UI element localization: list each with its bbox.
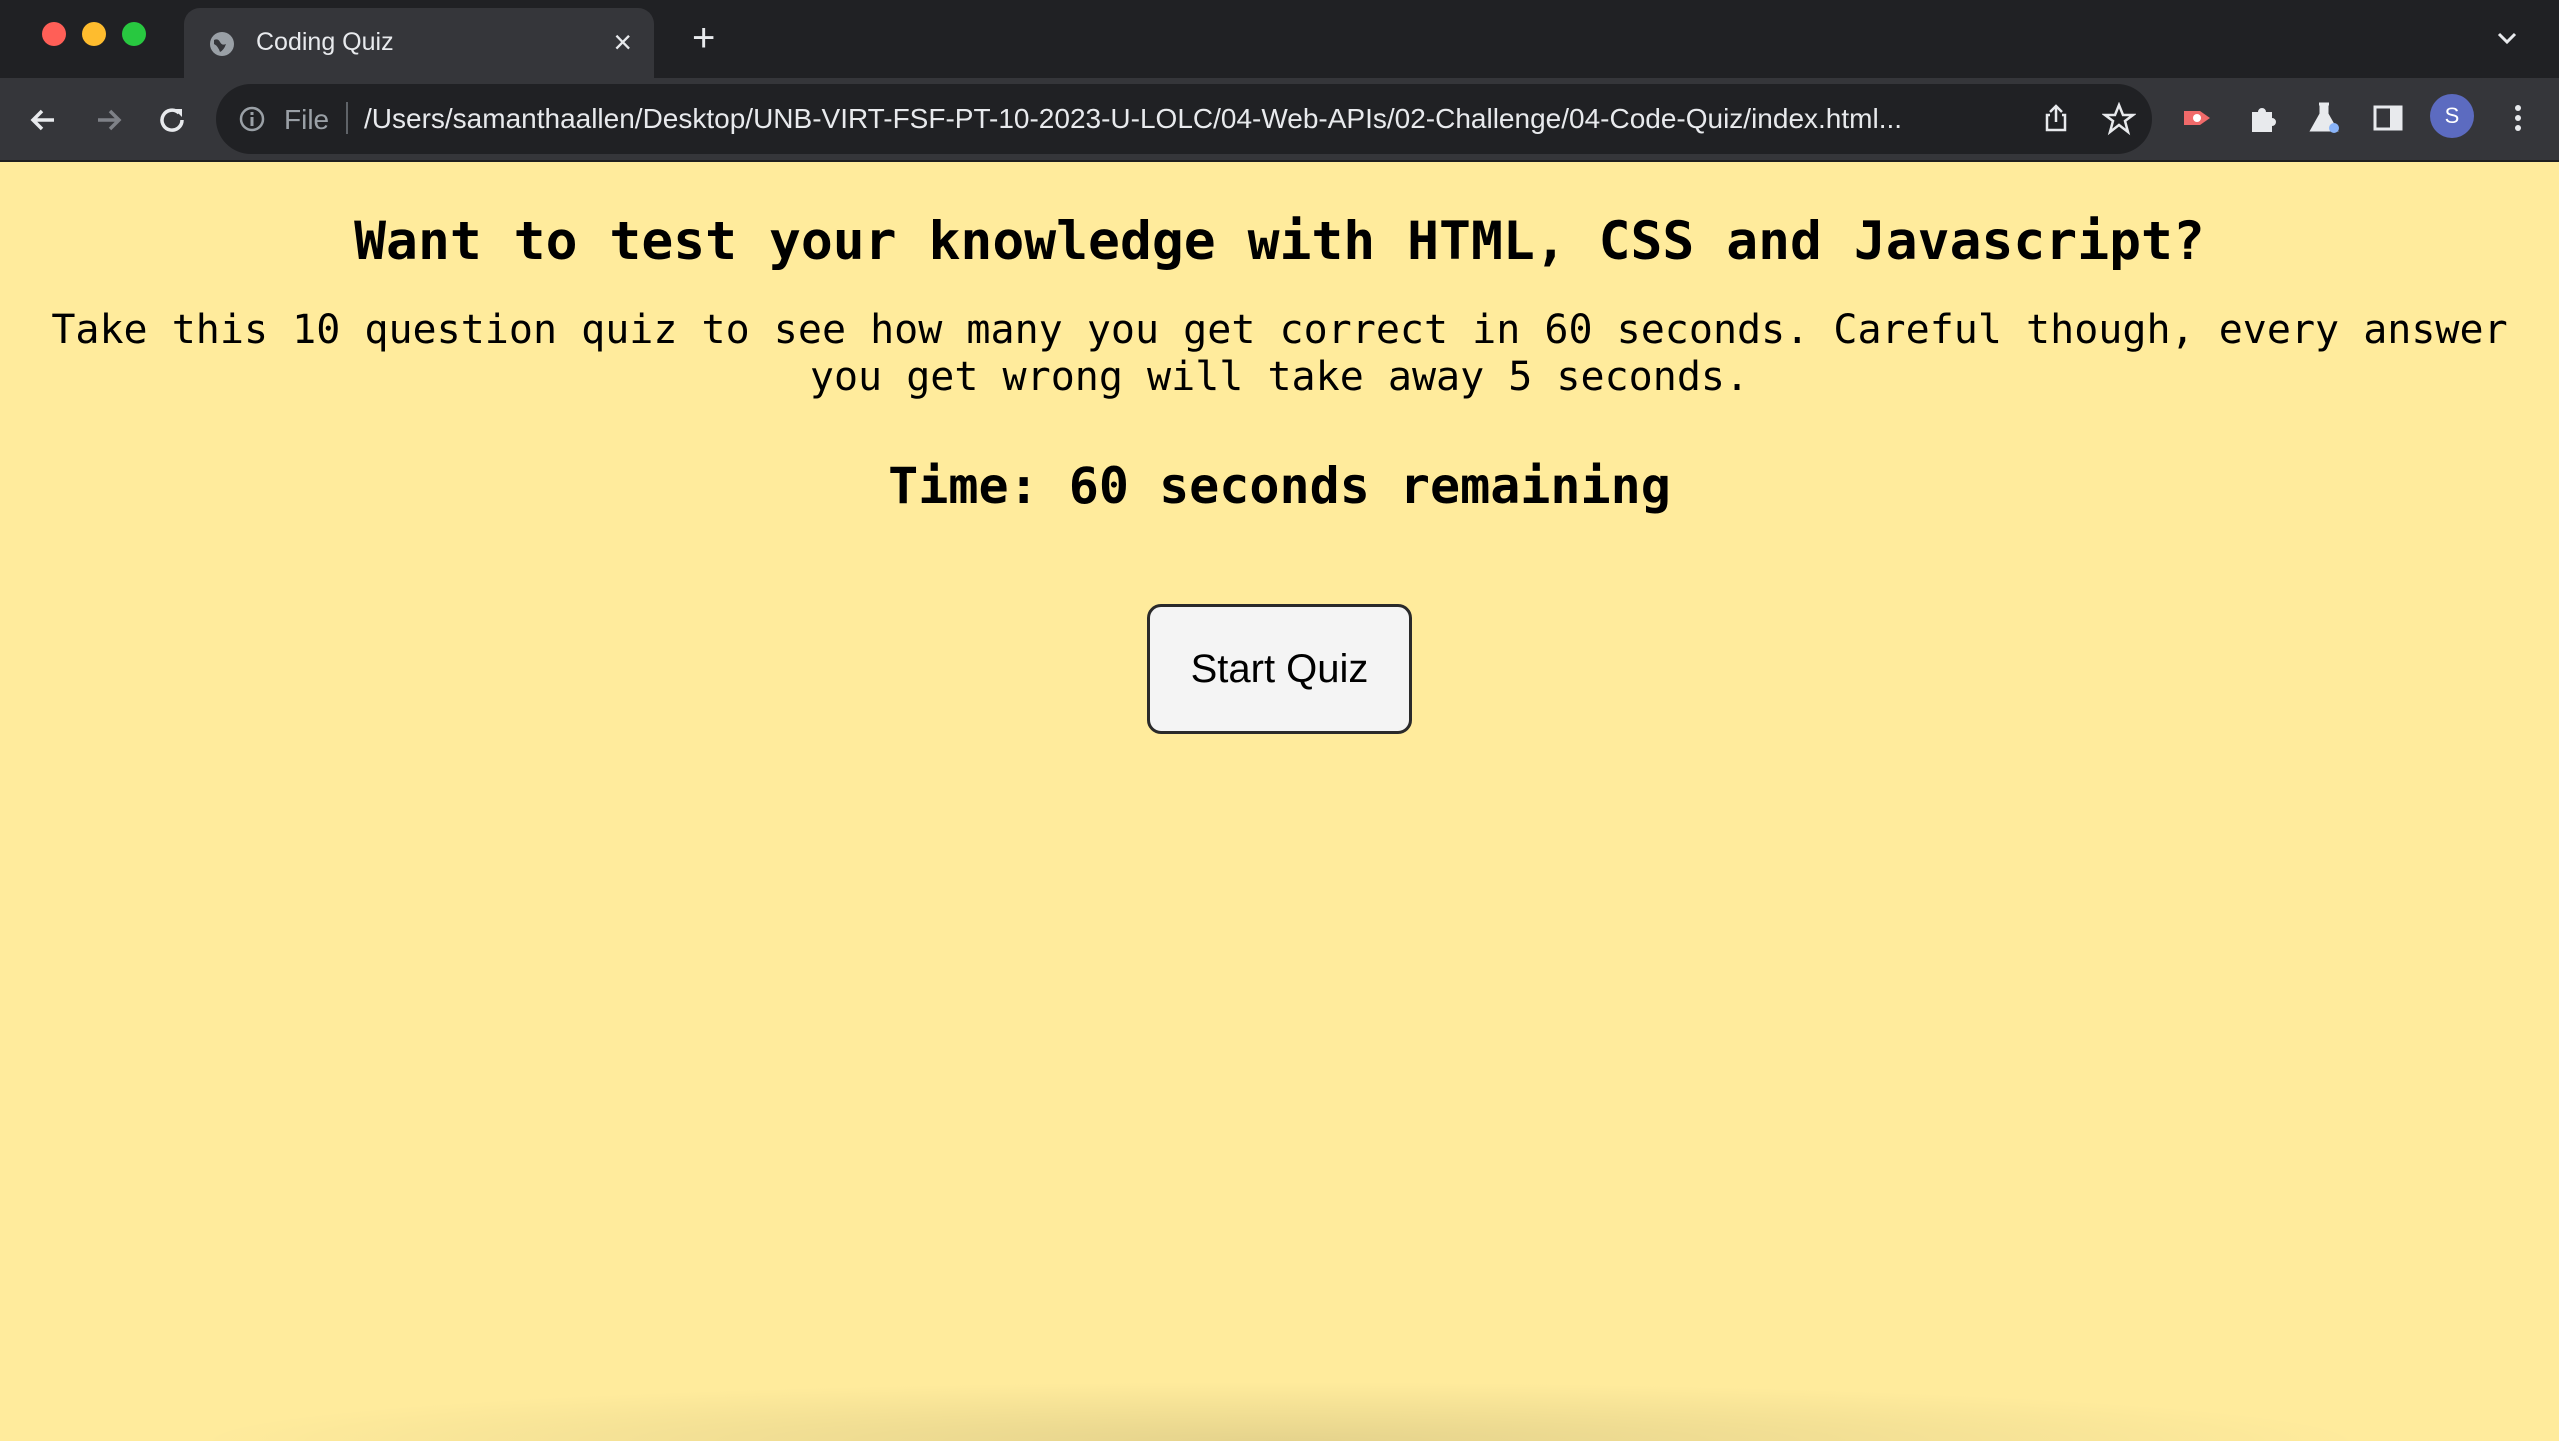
chevron-down-icon[interactable] — [2493, 24, 2521, 57]
timer-text: Time: 60 seconds remaining — [888, 457, 1671, 515]
minimize-window-button[interactable] — [82, 22, 106, 46]
forward-icon[interactable] — [88, 100, 128, 140]
page-title: Want to test your knowledge with HTML, C… — [354, 211, 2205, 272]
labs-icon[interactable] — [2306, 100, 2342, 141]
start-quiz-button[interactable]: Start Quiz — [1147, 604, 1412, 734]
tab-coding-quiz[interactable]: Coding Quiz × — [184, 8, 654, 80]
share-icon[interactable] — [2040, 102, 2072, 139]
globe-icon — [208, 30, 236, 63]
star-icon[interactable] — [2101, 101, 2137, 141]
avatar[interactable]: S — [2430, 94, 2474, 138]
side-panel-icon[interactable] — [2370, 100, 2406, 141]
back-icon[interactable] — [24, 100, 64, 140]
reload-icon[interactable] — [152, 100, 192, 140]
url-text[interactable]: /Users/samanthaallen/Desktop/UNB-VIRT-FS… — [364, 103, 2004, 135]
browser-toolbar: File /Users/samanthaallen/Desktop/UNB-VI… — [0, 78, 2559, 162]
quiz-intro-text: Take this 10 question quiz to see how ma… — [51, 307, 2508, 400]
url-scheme-label: File — [284, 104, 330, 135]
info-icon[interactable] — [238, 105, 266, 138]
page-content: Want to test your knowledge with HTML, C… — [0, 161, 2559, 1441]
tab-close-button[interactable]: × — [613, 26, 632, 58]
puzzle-icon[interactable] — [2244, 100, 2280, 141]
close-window-button[interactable] — [42, 22, 66, 46]
tab-title: Coding Quiz — [256, 28, 394, 56]
new-tab-button[interactable]: + — [692, 18, 715, 58]
url-divider — [346, 102, 348, 134]
more-icon[interactable] — [2500, 100, 2536, 141]
address-bar[interactable]: File /Users/samanthaallen/Desktop/UNB-VI… — [216, 84, 2152, 154]
bottom-shadow — [180, 1381, 2380, 1441]
extension-record-icon[interactable] — [2180, 100, 2216, 141]
browser-tab-strip: Coding Quiz × + — [0, 0, 2559, 80]
maximize-window-button[interactable] — [122, 22, 146, 46]
